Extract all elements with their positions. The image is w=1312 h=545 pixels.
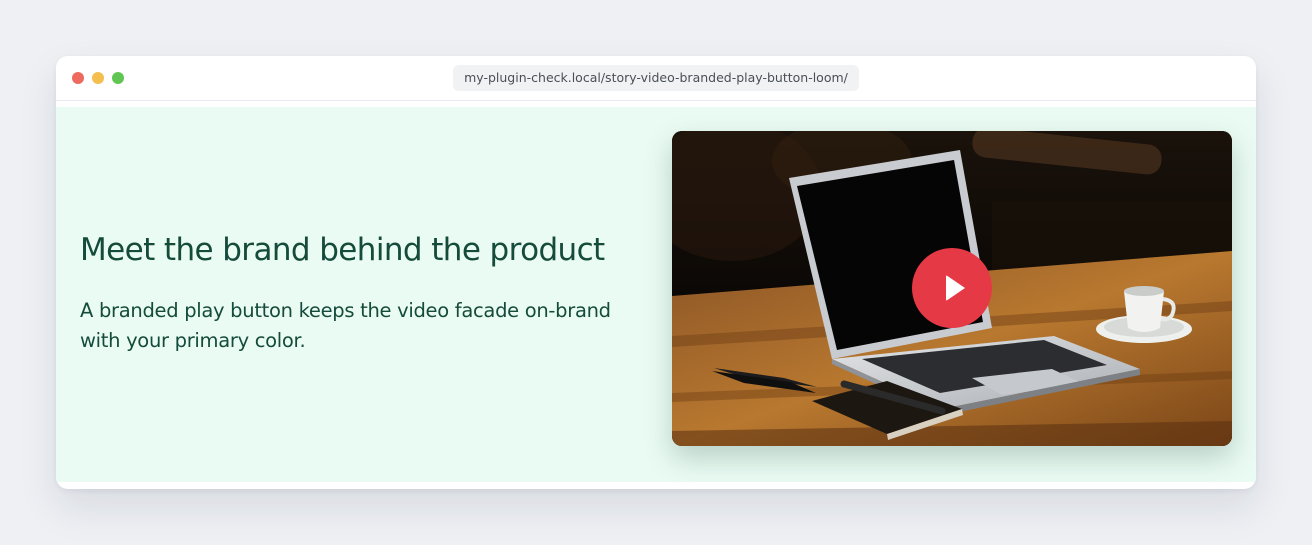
minimize-window-button[interactable] [92,72,104,84]
hero-section: Meet the brand behind the product A bran… [56,107,1256,482]
browser-titlebar: my-plugin-check.local/story-video-brande… [56,56,1256,101]
close-window-button[interactable] [72,72,84,84]
hero-title: Meet the brand behind the product [80,232,605,268]
play-button[interactable] [912,248,992,328]
play-icon [946,275,965,301]
address-bar[interactable]: my-plugin-check.local/story-video-brande… [453,65,859,91]
maximize-window-button[interactable] [112,72,124,84]
browser-window: my-plugin-check.local/story-video-brande… [56,56,1256,489]
hero-description: A branded play button keeps the video fa… [80,299,611,352]
video-facade[interactable] [672,131,1232,446]
